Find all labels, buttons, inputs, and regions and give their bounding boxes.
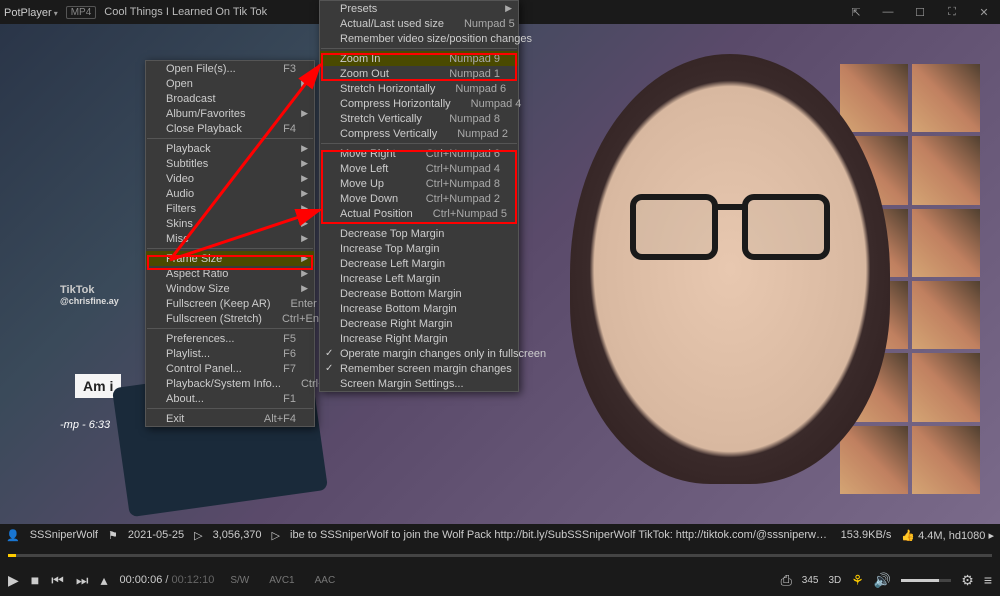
frame-size-item[interactable]: Decrease Left Margin bbox=[320, 256, 518, 271]
control-bar: ▶ ■ ⏮ ⏭ ▴ 00:00:06 / 00:12:10 S/W AVC1 A… bbox=[0, 546, 1000, 596]
frame-size-item[interactable]: Compress HorizontallyNumpad 4 bbox=[320, 96, 518, 111]
upload-date: 2021-05-25 bbox=[128, 529, 184, 541]
uploader: SSSniperWolf bbox=[30, 529, 98, 541]
frame-size-item[interactable]: Increase Right Margin bbox=[320, 331, 518, 346]
main-menu-item[interactable]: Audio▶ bbox=[146, 186, 314, 201]
settings-icon[interactable]: ⚙ bbox=[961, 572, 974, 589]
main-menu-item[interactable]: Preferences...F5 bbox=[146, 331, 314, 346]
main-menu-item[interactable]: Open File(s)...F3 bbox=[146, 61, 314, 76]
frame-size-item[interactable]: Remember video size/position changes bbox=[320, 31, 518, 46]
main-menu-item[interactable]: Playback/System Info...Ctrl+F1 bbox=[146, 376, 314, 391]
frame-size-item[interactable]: Move DownCtrl+Numpad 2 bbox=[320, 191, 518, 206]
frame-size-item[interactable]: Move RightCtrl+Numpad 6 bbox=[320, 146, 518, 161]
frame-size-item[interactable]: ✓Remember screen margin changes bbox=[320, 361, 518, 376]
main-menu-item[interactable]: Video▶ bbox=[146, 171, 314, 186]
main-menu-item[interactable]: Control Panel...F7 bbox=[146, 361, 314, 376]
tiktok-watermark: TikTok @chrisfine.ay bbox=[60, 284, 119, 306]
main-menu-item[interactable]: Frame Size▶ bbox=[146, 251, 314, 266]
frame-size-item[interactable]: ✓Operate margin changes only in fullscre… bbox=[320, 346, 518, 361]
app-name[interactable]: PotPlayer▾ bbox=[4, 5, 58, 19]
video-title: Cool Things I Learned On Tik Tok bbox=[104, 6, 267, 18]
frame-size-item[interactable]: Stretch HorizontallyNumpad 6 bbox=[320, 81, 518, 96]
tiktok-clock: -mp - 6:33 bbox=[60, 419, 110, 431]
context-menu[interactable]: Open File(s)...F3Open▶BroadcastAlbum/Fav… bbox=[145, 60, 315, 427]
ratio-icon[interactable]: 345 bbox=[802, 575, 819, 586]
fullscreen-icon[interactable]: ⛶ bbox=[940, 3, 964, 21]
frame-size-item[interactable]: Increase Left Margin bbox=[320, 271, 518, 286]
volume-slider[interactable] bbox=[901, 579, 951, 582]
speed-button[interactable]: ▴ bbox=[100, 572, 107, 589]
frame-size-item[interactable]: Screen Margin Settings... bbox=[320, 376, 518, 391]
main-menu-item[interactable]: Fullscreen (Keep AR)Enter bbox=[146, 296, 314, 311]
pin-icon[interactable]: ⇱ bbox=[844, 3, 868, 21]
playlist-icon[interactable]: ≡ bbox=[984, 572, 992, 588]
frame-size-item[interactable]: Move LeftCtrl+Numpad 4 bbox=[320, 161, 518, 176]
info-bar: 👤 SSSniperWolf ⚑ 2021-05-25 ▷ 3,056,370 … bbox=[0, 524, 1000, 546]
threed-icon[interactable]: 3D bbox=[828, 575, 841, 586]
bitrate: 153.9KB/s bbox=[841, 529, 892, 541]
frame-size-item[interactable]: Compress VerticallyNumpad 2 bbox=[320, 126, 518, 141]
main-menu-item[interactable]: Broadcast bbox=[146, 91, 314, 106]
main-menu-item[interactable]: Playlist...F6 bbox=[146, 346, 314, 361]
main-menu-item[interactable]: ExitAlt+F4 bbox=[146, 411, 314, 426]
main-menu-item[interactable]: About...F1 bbox=[146, 391, 314, 406]
format-badge: MP4 bbox=[66, 6, 97, 19]
time-display: 00:00:06 / 00:12:10 bbox=[120, 574, 215, 586]
frame-size-item[interactable]: Presets▶ bbox=[320, 1, 518, 16]
user-icon: 👤 bbox=[6, 529, 20, 542]
video-codec[interactable]: AVC1 bbox=[265, 575, 298, 586]
decoder-badge[interactable]: S/W bbox=[226, 575, 253, 586]
prev-button[interactable]: ⏮ bbox=[51, 572, 64, 589]
view-count: 3,056,370 bbox=[213, 529, 262, 541]
frame-size-submenu[interactable]: Presets▶Actual/Last used sizeNumpad 5Rem… bbox=[319, 0, 519, 392]
main-menu-item[interactable]: Misc▶ bbox=[146, 231, 314, 246]
next-button[interactable]: ⏭ bbox=[76, 572, 89, 589]
close-icon[interactable]: ✕ bbox=[972, 3, 996, 21]
main-menu-item[interactable]: Window Size▶ bbox=[146, 281, 314, 296]
main-menu-item[interactable]: Playback▶ bbox=[146, 141, 314, 156]
audio-codec[interactable]: AAC bbox=[311, 575, 340, 586]
frame-size-item[interactable]: Stretch VerticallyNumpad 8 bbox=[320, 111, 518, 126]
main-menu-item[interactable]: Skins▶ bbox=[146, 216, 314, 231]
seek-bar[interactable] bbox=[8, 554, 992, 557]
person bbox=[570, 54, 890, 484]
flag-icon: ⚑ bbox=[108, 529, 118, 542]
frame-size-item[interactable]: Move UpCtrl+Numpad 8 bbox=[320, 176, 518, 191]
glasses bbox=[630, 194, 830, 264]
play-button[interactable]: ▶ bbox=[8, 572, 19, 589]
frame-size-item[interactable]: Increase Top Margin bbox=[320, 241, 518, 256]
frame-size-item[interactable]: Actual/Last used sizeNumpad 5 bbox=[320, 16, 518, 31]
frame-size-item[interactable]: Decrease Right Margin bbox=[320, 316, 518, 331]
main-menu-item[interactable]: Fullscreen (Stretch)Ctrl+Enter bbox=[146, 311, 314, 326]
seek-row bbox=[0, 546, 1000, 564]
frame-size-item[interactable]: Zoom OutNumpad 1 bbox=[320, 66, 518, 81]
main-menu-item[interactable]: Close PlaybackF4 bbox=[146, 121, 314, 136]
stop-button[interactable]: ■ bbox=[31, 572, 39, 588]
frame-size-item[interactable]: Actual PositionCtrl+Numpad 5 bbox=[320, 206, 518, 221]
main-menu-item[interactable]: Album/Favorites▶ bbox=[146, 106, 314, 121]
frame-size-item[interactable]: Increase Bottom Margin bbox=[320, 301, 518, 316]
main-menu-item[interactable]: Aspect Ratio▶ bbox=[146, 266, 314, 281]
frame-size-item[interactable]: Decrease Top Margin bbox=[320, 226, 518, 241]
frame-size-item[interactable]: Decrease Bottom Margin bbox=[320, 286, 518, 301]
mute-icon[interactable]: 🔊 bbox=[874, 572, 891, 589]
description: ibe to SSSniperWolf to join the Wolf Pac… bbox=[290, 529, 831, 541]
frame-size-item[interactable]: Zoom InNumpad 9 bbox=[320, 51, 518, 66]
screenshot-icon[interactable]: ⎙ bbox=[781, 572, 792, 589]
main-menu-item[interactable]: Open▶ bbox=[146, 76, 314, 91]
main-menu-item[interactable]: Filters▶ bbox=[146, 201, 314, 216]
maximize-icon[interactable]: ☐ bbox=[908, 3, 932, 21]
minimize-icon[interactable]: — bbox=[876, 3, 900, 21]
main-menu-item[interactable]: Subtitles▶ bbox=[146, 156, 314, 171]
pixel-shader-icon[interactable]: ⚘ bbox=[851, 572, 864, 589]
